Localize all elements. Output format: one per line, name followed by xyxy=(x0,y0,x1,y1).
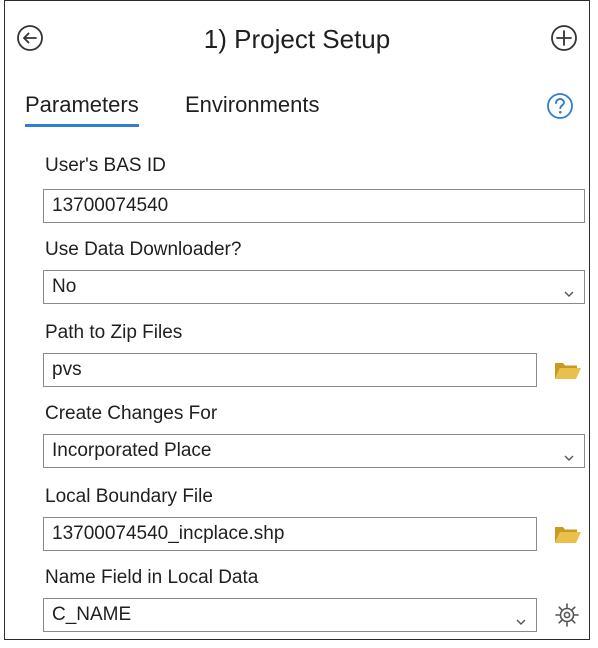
tab-bar: Parameters Environments xyxy=(5,89,589,133)
page-title: 1) Project Setup xyxy=(203,24,391,54)
changes-for-label: Create Changes For xyxy=(45,403,218,424)
plus-circle-icon[interactable] xyxy=(549,23,579,53)
use-downloader-value: No xyxy=(52,276,77,297)
boundary-file-label: Local Boundary File xyxy=(45,486,213,507)
pane-header: 1) Project Setup xyxy=(5,1,589,81)
chevron-down-icon[interactable] xyxy=(514,608,528,625)
folder-open-icon[interactable] xyxy=(553,357,583,383)
folder-open-icon[interactable] xyxy=(553,521,583,547)
gear-icon[interactable] xyxy=(553,601,581,629)
use-downloader-select[interactable]: No xyxy=(43,270,585,304)
name-field-value: C_NAME xyxy=(52,604,132,625)
name-field-select[interactable]: C_NAME xyxy=(43,598,537,632)
changes-for-select[interactable]: Incorporated Place xyxy=(43,434,585,468)
chevron-down-icon[interactable] xyxy=(562,280,576,297)
changes-for-value: Incorporated Place xyxy=(52,440,212,461)
help-question-icon[interactable] xyxy=(545,91,575,121)
zip-path-label: Path to Zip Files xyxy=(45,322,183,343)
tab-parameters[interactable]: Parameters xyxy=(25,89,139,127)
chevron-down-icon[interactable] xyxy=(562,444,576,461)
name-field-label: Name Field in Local Data xyxy=(45,567,259,588)
bas-id-input[interactable]: 13700074540 xyxy=(43,189,585,223)
tool-pane: 1) Project Setup Parameters Environments… xyxy=(4,0,590,640)
use-downloader-label: Use Data Downloader? xyxy=(45,239,242,260)
zip-path-input[interactable]: pvs xyxy=(43,353,537,387)
back-arrow-circle-icon[interactable] xyxy=(15,23,45,53)
tab-environments[interactable]: Environments xyxy=(185,89,320,121)
boundary-file-input[interactable]: 13700074540_incplace.shp xyxy=(43,517,537,551)
bas-id-label: User's BAS ID xyxy=(45,155,166,176)
